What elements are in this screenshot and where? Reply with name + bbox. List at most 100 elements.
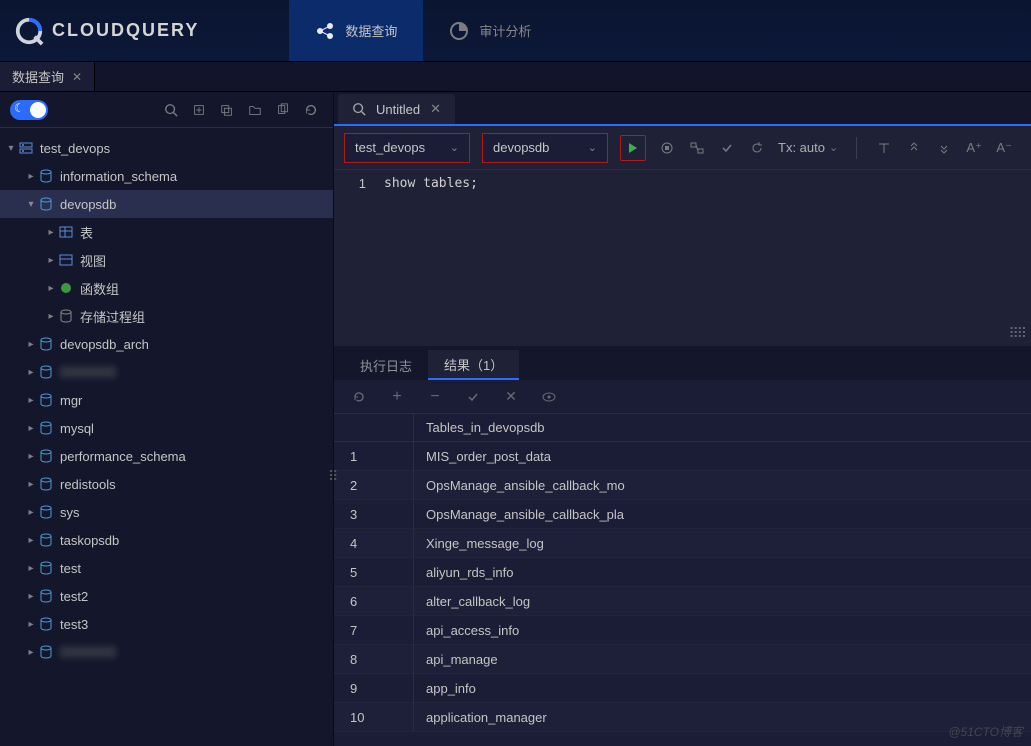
- cell-value[interactable]: alter_callback_log: [414, 587, 1031, 615]
- cancel-icon[interactable]: ✕: [502, 388, 520, 406]
- cell-value[interactable]: MIS_order_post_data: [414, 442, 1031, 470]
- editor-tab[interactable]: Untitled ✕: [338, 94, 455, 124]
- explain-icon[interactable]: [688, 139, 706, 157]
- rollback-icon[interactable]: [748, 139, 766, 157]
- tree-item[interactable]: test_devops: [0, 134, 333, 162]
- table-row[interactable]: 9app_info: [334, 674, 1031, 703]
- refresh-icon[interactable]: [299, 98, 323, 122]
- caret-icon[interactable]: [24, 171, 38, 182]
- caret-icon[interactable]: [44, 311, 58, 322]
- cell-value[interactable]: Xinge_message_log: [414, 529, 1031, 557]
- caret-icon[interactable]: [24, 507, 38, 518]
- table-row[interactable]: 6alter_callback_log: [334, 587, 1031, 616]
- tree-item[interactable]: mysql: [0, 414, 333, 442]
- resize-handle-icon[interactable]: ⠿⠿: [1008, 325, 1025, 342]
- commit-icon[interactable]: [718, 139, 736, 157]
- tree-item[interactable]: test: [0, 554, 333, 582]
- tree-item[interactable]: devopsdb: [0, 190, 333, 218]
- tree-item[interactable]: 存储过程组: [0, 302, 333, 330]
- nav-tab-query[interactable]: 数据查询: [289, 0, 423, 61]
- close-icon[interactable]: ✕: [430, 101, 441, 117]
- caret-icon[interactable]: [24, 367, 38, 378]
- table-row[interactable]: 1MIS_order_post_data: [334, 442, 1031, 471]
- tree-item[interactable]: devopsdb_arch: [0, 330, 333, 358]
- table-row[interactable]: 8api_manage: [334, 645, 1031, 674]
- folder-icon[interactable]: [243, 98, 267, 122]
- refresh-icon[interactable]: [350, 388, 368, 406]
- tree-item[interactable]: taskopsdb: [0, 526, 333, 554]
- cell-value[interactable]: OpsManage_ansible_callback_mo: [414, 471, 1031, 499]
- search-icon[interactable]: [159, 98, 183, 122]
- caret-icon[interactable]: [24, 339, 38, 350]
- tree-item[interactable]: performance_schema: [0, 442, 333, 470]
- caret-icon[interactable]: [24, 563, 38, 574]
- tree-item[interactable]: [0, 358, 333, 386]
- collapse-icon[interactable]: [905, 139, 923, 157]
- run-button[interactable]: [620, 135, 646, 161]
- table-row[interactable]: 7api_access_info: [334, 616, 1031, 645]
- tree-item[interactable]: test2: [0, 582, 333, 610]
- results-grid[interactable]: Tables_in_devopsdb 1MIS_order_post_data2…: [334, 414, 1031, 746]
- cell-value[interactable]: app_info: [414, 674, 1031, 702]
- tree-item[interactable]: 视图: [0, 246, 333, 274]
- caret-icon[interactable]: [24, 395, 38, 406]
- copy-icon[interactable]: [271, 98, 295, 122]
- table-row[interactable]: 10application_manager: [334, 703, 1031, 732]
- caret-icon[interactable]: [24, 199, 38, 210]
- caret-icon[interactable]: [44, 227, 58, 238]
- caret-icon[interactable]: [4, 143, 18, 154]
- new-icon[interactable]: [187, 98, 211, 122]
- code-content[interactable]: show tables;: [378, 170, 1031, 346]
- caret-icon[interactable]: [44, 255, 58, 266]
- caret-icon[interactable]: [24, 647, 38, 658]
- table-row[interactable]: 4Xinge_message_log: [334, 529, 1031, 558]
- nav-tab-audit[interactable]: 审计分析: [423, 0, 557, 61]
- add-icon[interactable]: +: [388, 388, 406, 406]
- caret-icon[interactable]: [44, 283, 58, 294]
- caret-icon[interactable]: [24, 535, 38, 546]
- cell-value[interactable]: api_manage: [414, 645, 1031, 673]
- expand-icon[interactable]: [935, 139, 953, 157]
- caret-icon[interactable]: [24, 423, 38, 434]
- database-dropdown[interactable]: devopsdb ⌄: [482, 133, 608, 163]
- cell-value[interactable]: OpsManage_ansible_callback_pla: [414, 500, 1031, 528]
- results-tab-log[interactable]: 执行日志: [344, 350, 428, 380]
- tx-mode-dropdown[interactable]: Tx: auto ⌄: [778, 140, 838, 155]
- sql-editor[interactable]: 1 show tables; ⠿⠿: [334, 170, 1031, 346]
- caret-icon[interactable]: [24, 451, 38, 462]
- results-tab-result[interactable]: 结果（1）: [428, 350, 519, 380]
- tree-item[interactable]: information_schema: [0, 162, 333, 190]
- theme-toggle[interactable]: [10, 100, 48, 120]
- commit-icon[interactable]: [464, 388, 482, 406]
- stop-icon[interactable]: [658, 139, 676, 157]
- tree-item[interactable]: [0, 638, 333, 666]
- table-row[interactable]: 3OpsManage_ansible_callback_pla: [334, 500, 1031, 529]
- tree-item[interactable]: redistools: [0, 470, 333, 498]
- tree-item[interactable]: sys: [0, 498, 333, 526]
- cell-value[interactable]: api_access_info: [414, 616, 1031, 644]
- layers-icon[interactable]: [215, 98, 239, 122]
- tree-item[interactable]: 函数组: [0, 274, 333, 302]
- sidebar-resize-handle-icon[interactable]: ⠿: [328, 468, 335, 485]
- cell-value[interactable]: application_manager: [414, 703, 1031, 731]
- tree-item[interactable]: 表: [0, 218, 333, 246]
- font-increase-icon[interactable]: A⁺: [965, 139, 983, 157]
- table-row[interactable]: 5aliyun_rds_info: [334, 558, 1031, 587]
- db-tree[interactable]: test_devopsinformation_schemadevopsdb表视图…: [0, 128, 333, 746]
- font-decrease-icon[interactable]: A⁻: [995, 139, 1013, 157]
- caret-icon[interactable]: [24, 591, 38, 602]
- view-icon[interactable]: [540, 388, 558, 406]
- redacted-label: [60, 366, 116, 378]
- caret-icon[interactable]: [24, 479, 38, 490]
- format-icon[interactable]: [875, 139, 893, 157]
- tree-item[interactable]: test3: [0, 610, 333, 638]
- tree-item[interactable]: mgr: [0, 386, 333, 414]
- table-row[interactable]: 2OpsManage_ansible_callback_mo: [334, 471, 1031, 500]
- subheader-tab[interactable]: 数据查询 ✕: [0, 62, 95, 91]
- caret-icon[interactable]: [24, 619, 38, 630]
- column-header[interactable]: Tables_in_devopsdb: [414, 414, 1031, 441]
- close-icon[interactable]: ✕: [72, 70, 82, 84]
- cell-value[interactable]: aliyun_rds_info: [414, 558, 1031, 586]
- connection-dropdown[interactable]: test_devops ⌄: [344, 133, 470, 163]
- remove-icon[interactable]: −: [426, 388, 444, 406]
